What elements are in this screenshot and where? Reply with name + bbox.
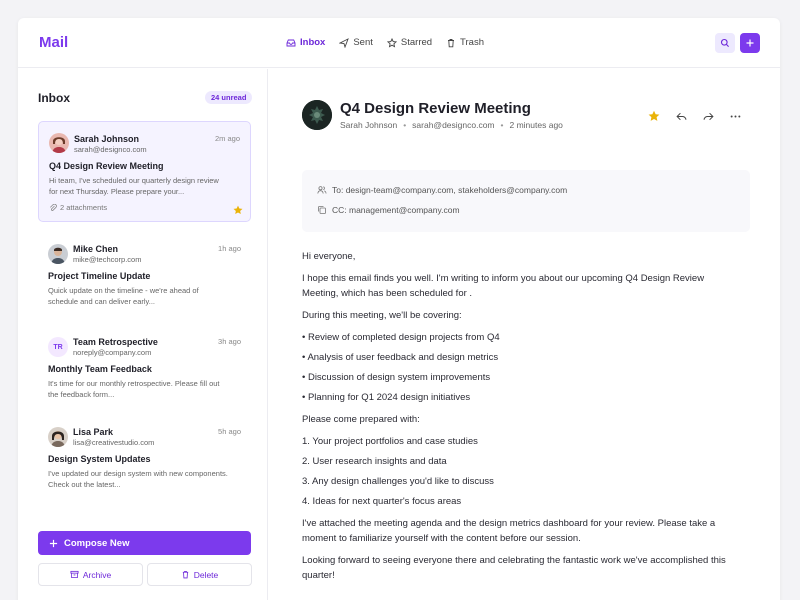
plus-icon bbox=[746, 39, 754, 47]
avatar bbox=[48, 244, 68, 264]
star-icon[interactable] bbox=[647, 109, 661, 123]
attachments-count: 2 attachments bbox=[60, 203, 108, 212]
attachments-info: 2 attachments bbox=[49, 203, 107, 212]
search-button[interactable] bbox=[715, 33, 735, 53]
bullet-item: • Analysis of user feedback and design m… bbox=[302, 352, 499, 363]
nav-trash-label: Trash bbox=[460, 37, 484, 48]
reply-icon[interactable] bbox=[674, 109, 688, 123]
nav-inbox[interactable]: Inbox bbox=[286, 35, 325, 50]
trash-icon bbox=[448, 38, 455, 47]
star-icon[interactable] bbox=[233, 202, 243, 220]
archive-button[interactable]: Archive bbox=[38, 563, 143, 586]
message-pane: Q4 Design Review Meeting Sarah Johnson •… bbox=[269, 69, 780, 600]
sender-name: Lisa Park bbox=[73, 427, 114, 437]
mail-preview: Hi team, I've scheduled our quarterly de… bbox=[49, 176, 219, 196]
mail-subject: Design System Updates bbox=[48, 454, 151, 464]
mail-time: 1h ago bbox=[218, 244, 241, 253]
trash-icon bbox=[182, 570, 188, 579]
numbered-item: 2. User research insights and data bbox=[302, 456, 447, 467]
mail-window: Mail Inbox Sent Starred Trash Inbox 24 u… bbox=[18, 18, 780, 600]
numbered-item: 3. Any design challenges you'd like to d… bbox=[302, 476, 494, 487]
cc-line: CC: management@company.com bbox=[317, 205, 460, 215]
main-nav: Inbox Sent Starred Trash bbox=[286, 35, 484, 50]
delete-label: Delete bbox=[193, 569, 219, 580]
copy-icon bbox=[318, 206, 326, 214]
cc-recipients: CC: management@company.com bbox=[332, 205, 460, 215]
compose-button[interactable]: Compose New bbox=[38, 531, 251, 555]
compose-label: Compose New bbox=[64, 537, 130, 549]
forward-icon[interactable] bbox=[701, 109, 715, 123]
separator: • bbox=[500, 120, 504, 130]
avatar: TR bbox=[48, 337, 68, 357]
app-logo: Mail bbox=[39, 34, 69, 51]
users-icon bbox=[317, 186, 327, 194]
separator: • bbox=[403, 120, 407, 130]
nav-starred[interactable]: Starred bbox=[386, 35, 433, 50]
sender-email: noreply@company.com bbox=[73, 348, 152, 357]
sender-email: mike@techcorp.com bbox=[73, 255, 142, 264]
mail-subject: Project Timeline Update bbox=[48, 271, 151, 281]
mail-subject: Q4 Design Review Meeting bbox=[49, 161, 164, 171]
unread-badge: 24 unread bbox=[205, 91, 253, 104]
paragraph: Please come prepared with: bbox=[302, 414, 420, 425]
message-subject: Q4 Design Review Meeting bbox=[340, 100, 531, 117]
message-sender: Sarah Johnson bbox=[340, 120, 398, 130]
list-item[interactable]: Sarah Johnson sarah@designco.com 2m ago … bbox=[38, 121, 251, 222]
nav-sent[interactable]: Sent bbox=[339, 35, 373, 50]
mail-time: 3h ago bbox=[218, 337, 241, 346]
message-time: 2 minutes ago bbox=[509, 120, 563, 130]
message-sender-email: sarah@designco.com bbox=[412, 120, 495, 130]
recipients-box: To: design-team@company.com, stakeholder… bbox=[302, 170, 750, 232]
message-body: Hi everyone, I hope this email finds you… bbox=[302, 249, 742, 590]
to-line: To: design-team@company.com, stakeholder… bbox=[317, 185, 567, 195]
message-actions bbox=[647, 109, 742, 123]
send-icon bbox=[339, 37, 350, 48]
inbox-sidebar: Inbox 24 unread Sarah Johnson sarah@desi… bbox=[18, 69, 268, 600]
inbox-icon bbox=[286, 39, 296, 46]
nav-sent-label: Sent bbox=[353, 37, 373, 48]
archive-label: Archive bbox=[82, 569, 112, 580]
mail-preview: It's time for our monthly retrospective.… bbox=[48, 379, 220, 399]
sender-name: Sarah Johnson bbox=[74, 134, 140, 144]
mail-preview: Quick update on the timeline - we're ahe… bbox=[48, 286, 199, 306]
top-bar: Mail Inbox Sent Starred Trash bbox=[18, 18, 780, 68]
plus-icon bbox=[49, 539, 58, 547]
bullet-item: • Review of completed design projects fr… bbox=[302, 332, 500, 343]
paragraph: I've attached the meeting agenda and the… bbox=[302, 518, 716, 544]
nav-inbox-label: Inbox bbox=[300, 37, 326, 48]
sender-email: sarah@designco.com bbox=[74, 145, 147, 154]
mail-time: 5h ago bbox=[218, 427, 241, 436]
sidebar-title: Inbox bbox=[38, 91, 70, 105]
nav-trash[interactable]: Trash bbox=[446, 35, 484, 50]
numbered-item: 4. Ideas for next quarter's focus areas bbox=[302, 496, 462, 507]
bullet-item: • Planning for Q1 2024 design initiative… bbox=[302, 392, 471, 403]
numbered-item: 1. Your project portfolios and case stud… bbox=[302, 436, 478, 447]
avatar bbox=[49, 133, 69, 153]
sender-name: Team Retrospective bbox=[73, 337, 158, 347]
new-mail-button[interactable] bbox=[740, 33, 760, 53]
mail-time: 2m ago bbox=[214, 134, 240, 143]
greeting: Hi everyone, bbox=[302, 251, 356, 262]
sender-avatar bbox=[302, 100, 332, 130]
sender-email: lisa@creativestudio.com bbox=[73, 438, 155, 447]
mail-subject: Monthly Team Feedback bbox=[48, 364, 152, 374]
star-icon bbox=[386, 37, 397, 47]
sender-name: Mike Chen bbox=[73, 244, 119, 254]
to-recipients: To: design-team@company.com, stakeholder… bbox=[332, 185, 568, 195]
nav-starred-label: Starred bbox=[400, 37, 433, 48]
bullet-item: • Discussion of design system improvemen… bbox=[302, 372, 491, 383]
message-meta: Sarah Johnson • sarah@designco.com • 2 m… bbox=[340, 120, 563, 130]
delete-button[interactable]: Delete bbox=[147, 563, 252, 586]
mail-preview: I've updated our design system with new … bbox=[48, 469, 228, 489]
search-icon bbox=[720, 38, 729, 47]
paperclip-icon bbox=[50, 203, 57, 211]
paragraph: Looking forward to seeing everyone there… bbox=[302, 555, 726, 581]
paragraph: I hope this email finds you well. I'm wr… bbox=[302, 273, 705, 299]
avatar bbox=[48, 427, 68, 447]
more-icon[interactable] bbox=[728, 109, 742, 123]
paragraph: During this meeting, we'll be covering: bbox=[302, 310, 462, 321]
archive-icon bbox=[70, 570, 79, 579]
